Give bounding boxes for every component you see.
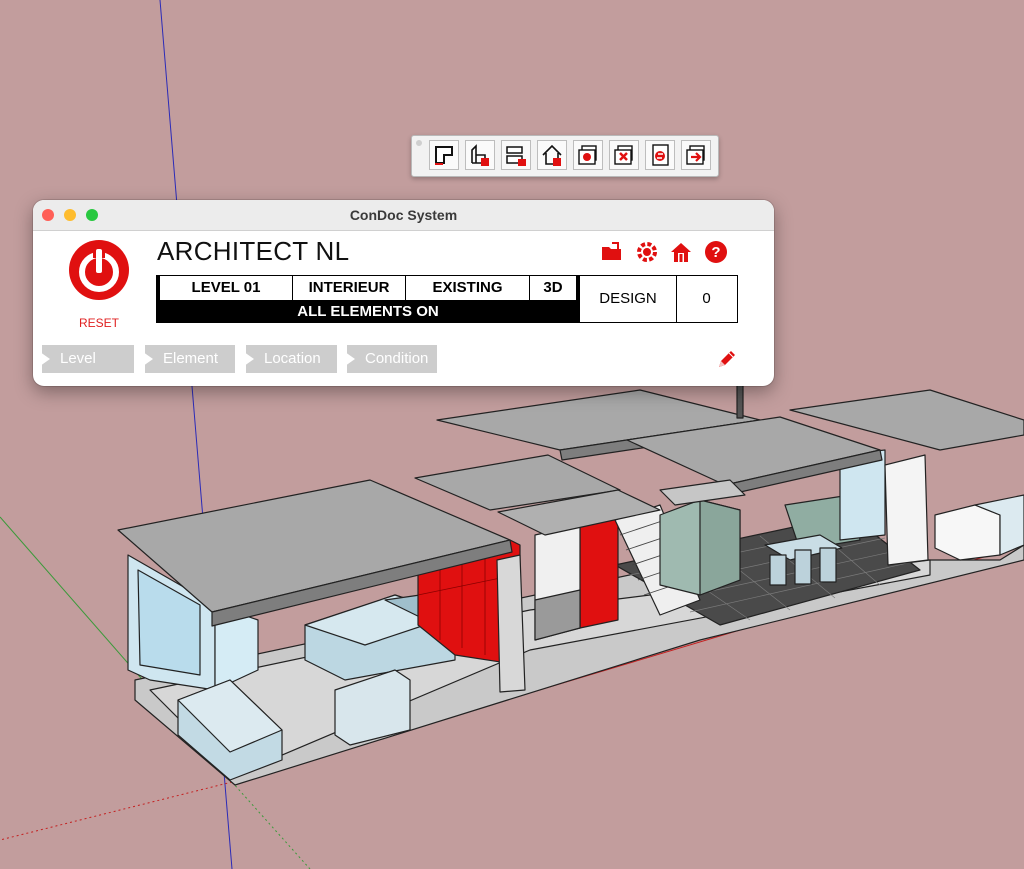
level-cell[interactable]: LEVEL 01 [157,276,292,300]
export-button[interactable] [681,140,711,170]
condoc-toolbar [411,135,719,177]
help-icon: ? [705,241,727,263]
layers-delete-icon [614,145,633,165]
red-axis-dotted [0,781,233,841]
building-model [117,379,1024,786]
power-icon [69,240,129,300]
phase-cell[interactable]: EXISTING [405,276,529,300]
condoc-window: ConDoc System RESET ARCHITECT NL ? LEVEL… [33,200,774,386]
design-box: DESIGN 0 [580,275,738,323]
house-button[interactable] [537,140,567,170]
design-count: 0 [702,290,711,307]
edit-button[interactable] [713,346,739,372]
gear-sync-icon [637,242,657,262]
folder-icon [602,242,621,260]
window-titlebar[interactable]: ConDoc System [33,200,774,231]
discipline-cell[interactable]: INTERIEUR [292,276,405,300]
open-folder-button[interactable] [600,240,624,264]
svg-text:?: ? [711,244,720,261]
filter-tab-condition[interactable]: Condition [347,345,437,373]
export-icon [686,145,705,165]
floor-plan-button[interactable] [429,140,459,170]
building-button[interactable] [669,240,693,264]
reset-power-button[interactable] [67,238,131,302]
layers-refresh-button[interactable] [573,140,603,170]
layers-refresh-icon [578,145,597,165]
filter-tab-element[interactable]: Element [145,345,235,373]
section-button[interactable] [501,140,531,170]
page-refresh-button[interactable] [645,140,675,170]
floor-plan-icon [435,146,453,165]
section-icon [506,146,526,166]
green-axis-dotted [231,781,311,869]
building-icon [671,243,691,262]
pencil-icon [719,351,735,367]
window-title: ConDoc System [349,207,458,223]
house-icon [542,144,562,166]
layers-delete-button[interactable] [609,140,639,170]
page-refresh-icon [652,144,669,166]
model-viewport[interactable] [0,0,1024,869]
status-table: LEVEL 01 INTERIEUR EXISTING 3D ALL ELEME… [156,275,580,323]
view-cell[interactable]: 3D [529,276,579,300]
filter-tab-level[interactable]: Level [42,345,134,373]
design-label[interactable]: DESIGN [580,276,677,322]
filter-tab-location[interactable]: Location [246,345,337,373]
elevation-button[interactable] [465,140,495,170]
elevation-icon [471,144,489,166]
help-button[interactable]: ? [704,240,728,264]
reset-label: RESET [78,316,119,330]
app-title: ARCHITECT NL [157,236,350,266]
toolbar-grip[interactable] [416,140,422,146]
settings-sync-button[interactable] [635,240,659,264]
elements-status-bar[interactable]: ALL ELEMENTS ON [157,300,579,323]
